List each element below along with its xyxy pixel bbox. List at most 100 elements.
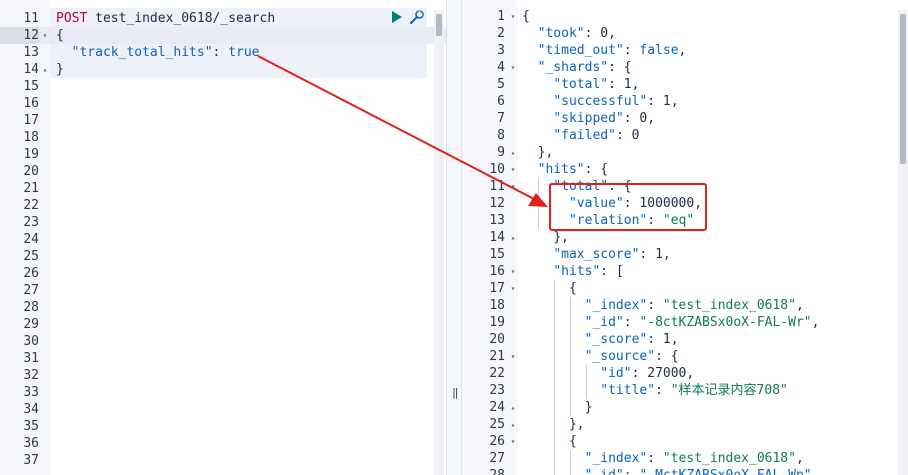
code-text: }: [56, 61, 64, 78]
line-number: 7: [497, 111, 505, 126]
fold-close-icon[interactable]: ▴: [40, 61, 50, 78]
fold-close-icon[interactable]: ▴: [508, 399, 518, 416]
code-token: "-8ctKZABSx0oX-FAL-Wr": [639, 315, 812, 330]
code-text: "_shards": {: [522, 59, 632, 76]
request-scrollbar-thumb[interactable]: [436, 14, 442, 36]
code-token: "_shards": [537, 60, 609, 75]
code-token: 0: [631, 128, 640, 143]
fold-close-icon[interactable]: ▴: [508, 416, 518, 433]
code-text: "_index": "test_index_0618",: [522, 450, 804, 467]
fold-open-icon[interactable]: ▾: [508, 8, 518, 25]
request-line: 13 "track_total_hits": true: [0, 44, 446, 61]
code-token: 1: [655, 247, 663, 262]
code-text: "_id": "_MctKZABSx0oX-FAL-Wp": [522, 467, 812, 475]
code-text: {: [56, 27, 64, 44]
code-token: ,: [795, 298, 804, 313]
line-number: 23: [489, 383, 505, 398]
code-token: :: [584, 162, 601, 177]
response-viewer[interactable]: 1 ▾{2 "took": 0, 3 "timed_out": false, 4 ▾ "…: [462, 0, 908, 475]
code-token: {: [56, 28, 64, 43]
fold-open-icon[interactable]: ▾: [40, 27, 50, 44]
request-line: 30: [0, 333, 446, 350]
code-token: ,: [662, 247, 671, 262]
play-icon[interactable]: [392, 11, 402, 23]
code-token: test_index_0618/_search: [95, 11, 276, 26]
request-line: 28: [0, 299, 446, 316]
pane-resizer[interactable]: ‖: [446, 0, 462, 475]
code-token: {: [600, 162, 609, 177]
code-token: "title": [600, 383, 656, 398]
line-number: 26: [23, 266, 39, 281]
fold-open-icon[interactable]: ▾: [508, 59, 518, 76]
line-number: 10: [489, 162, 505, 177]
fold-open-icon[interactable]: ▾: [508, 161, 518, 178]
code-token: :: [647, 298, 663, 313]
response-line: 27 "_index": "test_index_0618",: [462, 450, 908, 467]
code-token: :: [631, 366, 648, 381]
line-number: 34: [23, 402, 39, 417]
line-number: 11: [23, 11, 39, 26]
code-text: "_index": "test_index_0618",: [522, 297, 804, 314]
response-line: 4 ▾ "_shards": {: [462, 59, 908, 76]
response-scrollbar-thumb[interactable]: [900, 14, 906, 164]
request-line: 23: [0, 214, 446, 231]
line-number: 9: [497, 145, 505, 160]
line-number: 29: [23, 317, 39, 332]
code-token: ,: [678, 43, 687, 58]
code-token: "_source": [584, 349, 656, 364]
fold-close-icon[interactable]: ▴: [508, 229, 518, 246]
line-number: 27: [23, 283, 39, 298]
line-number: 21: [489, 349, 505, 364]
resize-handle-icon[interactable]: ‖: [452, 386, 459, 399]
line-number: 17: [23, 113, 39, 128]
response-line: 16 ▾ "hits": [: [462, 263, 908, 280]
code-token: :: [647, 94, 663, 109]
indent-guide: [570, 450, 571, 475]
code-token: 1: [662, 94, 671, 109]
request-editor[interactable]: 11 POST test_index_0618/_search 12 ▾ {13 "tr…: [0, 0, 446, 475]
code-token: :: [655, 349, 671, 364]
request-line: 11 POST test_index_0618/_search: [0, 10, 446, 27]
line-number: 37: [23, 453, 39, 468]
request-scrollbar[interactable]: [434, 10, 444, 475]
line-number: 14: [489, 230, 505, 245]
code-text: {: [522, 280, 577, 297]
request-line: 31: [0, 350, 446, 367]
code-token: {: [568, 281, 577, 296]
fold-open-icon[interactable]: ▾: [508, 280, 518, 297]
indent-guide: [554, 280, 555, 475]
line-number: 31: [23, 351, 39, 366]
request-line: 34: [0, 401, 446, 418]
fold-open-icon[interactable]: ▾: [508, 348, 518, 365]
line-number: 13: [489, 213, 505, 228]
code-token: ,: [631, 77, 640, 92]
indent-guide: [586, 365, 587, 399]
code-token: },: [553, 230, 569, 245]
code-token: :: [623, 43, 640, 58]
fold-close-icon[interactable]: ▴: [508, 144, 518, 161]
code-token: "样本记录内容708": [670, 383, 788, 398]
code-token: 27000: [647, 366, 687, 381]
line-number: 13: [23, 45, 39, 60]
request-line: 36: [0, 435, 446, 452]
line-number: 15: [489, 247, 505, 262]
line-number: 27: [489, 451, 505, 466]
line-number: 20: [489, 332, 505, 347]
code-token: true: [228, 45, 260, 60]
code-text: "hits": [: [522, 263, 623, 280]
request-line: 27: [0, 282, 446, 299]
response-line: 5 "total": 1,: [462, 76, 908, 93]
fold-open-icon[interactable]: ▾: [508, 263, 518, 280]
line-number: 28: [23, 300, 39, 315]
fold-open-icon[interactable]: ▾: [508, 178, 518, 195]
code-token: "_id": "_MctKZABSx0oX-FAL-Wp": [585, 468, 812, 475]
fold-open-icon[interactable]: ▾: [508, 433, 518, 450]
wrench-icon[interactable]: [408, 8, 426, 26]
